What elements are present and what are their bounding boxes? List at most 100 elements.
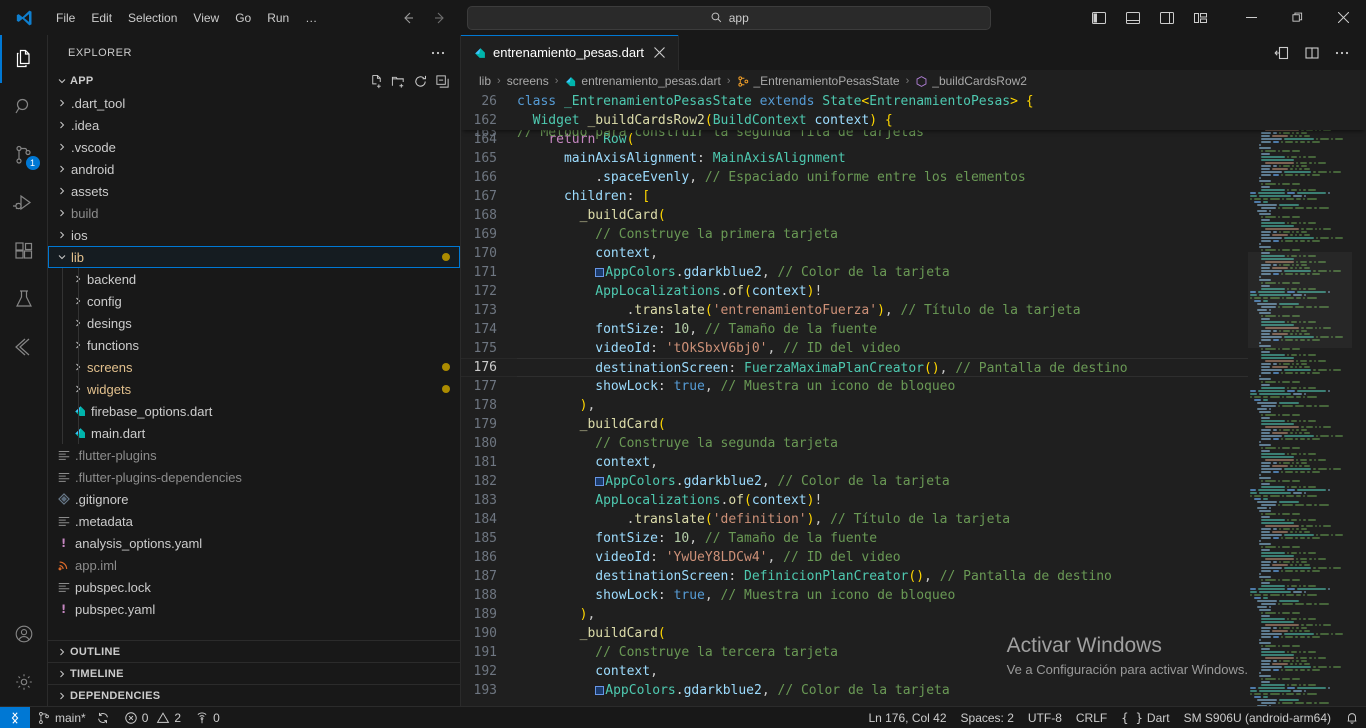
close-icon[interactable] [650,44,668,62]
code-line[interactable]: 184 .translate('definition'), // Título … [461,510,1366,529]
code-line[interactable]: 183 AppLocalizations.of(context)! [461,491,1366,510]
tree-item--metadata[interactable]: .metadata [48,510,460,532]
tab-entrenamiento-pesas[interactable]: entrenamiento_pesas.dart [461,35,680,70]
remote-window-indicator[interactable] [0,706,30,728]
tree-item-analysis-options-yaml[interactable]: ! analysis_options.yaml [48,532,460,554]
split-editor-right-icon[interactable] [1268,39,1296,67]
new-file-icon[interactable] [366,71,386,91]
activity-item-extensions[interactable] [0,227,48,275]
split-editor-icon[interactable] [1298,39,1326,67]
code-line[interactable]: 167 children: [ [461,187,1366,206]
code-line[interactable]: 185 fontSize: 10, // Tamaño de la fuente [461,529,1366,548]
arrow-left-icon[interactable] [399,9,417,27]
activity-item-source-control[interactable]: 1 [0,131,48,179]
restore-icon[interactable] [1274,0,1320,35]
sticky-scroll[interactable]: 26 class _EntrenamientoPesasState extend… [461,92,1366,130]
tree-item-ios[interactable]: ios [48,224,460,246]
tree-item--flutter-plugins-dependencies[interactable]: .flutter-plugins-dependencies [48,466,460,488]
code-line[interactable]: 189 ), [461,605,1366,624]
code-line[interactable]: 177 showLock: true, // Muestra un icono … [461,377,1366,396]
breadcrumb-item[interactable]: _EntrenamientoPesasState [737,74,900,88]
ellipsis-icon[interactable] [424,45,452,61]
breadcrumb-item[interactable]: entrenamiento_pesas.dart [564,74,721,88]
code-line[interactable]: 179 _buildCard( [461,415,1366,434]
activity-item-search[interactable] [0,83,48,131]
status-encoding[interactable]: UTF-8 [1021,707,1069,728]
tree-item-backend[interactable]: backend [48,268,460,290]
chevron-right-icon[interactable] [54,202,70,224]
code-line[interactable]: 171 AppColors.gdarkblue2, // Color de la… [461,263,1366,282]
status-git-branch[interactable]: main* [30,707,117,728]
minimap-slider[interactable] [1248,252,1352,348]
code-editor[interactable]: 26 class _EntrenamientoPesasState extend… [461,92,1366,706]
tree-item-lib[interactable]: lib [48,246,460,268]
tree-item-build[interactable]: build [48,202,460,224]
code-line[interactable]: 190 _buildCard( [461,624,1366,643]
tree-item--idea[interactable]: .idea [48,114,460,136]
tree-item--flutter-plugins[interactable]: .flutter-plugins [48,444,460,466]
menu-file[interactable]: File [48,7,83,29]
customize-layout-icon[interactable] [1184,2,1218,34]
code-line[interactable]: 188 showLock: true, // Muestra un icono … [461,586,1366,605]
chevron-right-icon[interactable] [54,114,70,136]
status-indentation[interactable]: Spaces: 2 [954,707,1021,728]
tree-item-desings[interactable]: desings [48,312,460,334]
menu-view[interactable]: View [185,7,227,29]
sync-icon[interactable] [96,711,110,725]
tree-item-widgets[interactable]: widgets [48,378,460,400]
code-line[interactable]: 172 AppLocalizations.of(context)! [461,282,1366,301]
chevron-right-icon[interactable] [54,158,70,180]
menu-go[interactable]: Go [227,7,259,29]
status-problems[interactable]: 0 2 [117,707,188,728]
minimap[interactable] [1248,92,1352,706]
code-lines[interactable]: 164 return Row(165 mainAxisAlignment: Ma… [461,130,1366,706]
toggle-secondary-sidebar-icon[interactable] [1150,2,1184,34]
workspace-folder-header[interactable]: APP [48,70,460,92]
code-line[interactable]: 178 ), [461,396,1366,415]
tree-item--gitignore[interactable]: .gitignore [48,488,460,510]
breadcrumb-item[interactable]: screens [507,74,549,88]
activity-item-settings[interactable] [0,658,48,706]
status-cursor-position[interactable]: Ln 176, Col 42 [861,707,953,728]
tree-item-main-dart[interactable]: main.dart [48,422,460,444]
chevron-right-icon[interactable] [54,180,70,202]
breadcrumb-item[interactable]: _buildCardsRow2 [915,74,1027,88]
chevron-down-icon[interactable] [54,246,70,268]
chevron-right-icon[interactable] [54,136,70,158]
panel-outline[interactable]: OUTLINE [48,640,460,662]
tree-item-screens[interactable]: screens [48,356,460,378]
code-line[interactable]: 165 mainAxisAlignment: MainAxisAlignment [461,149,1366,168]
tree-item-config[interactable]: config [48,290,460,312]
status-eol[interactable]: CRLF [1069,707,1114,728]
code-line[interactable]: 174 fontSize: 10, // Tamaño de la fuente [461,320,1366,339]
code-line[interactable]: 166 .spaceEvenly, // Espaciado uniforme … [461,168,1366,187]
code-line[interactable]: 173 .translate('entrenamientoFuerza'), /… [461,301,1366,320]
breadcrumb-item[interactable]: lib [479,74,491,88]
activity-item-run-and-debug[interactable] [0,179,48,227]
code-line[interactable]: 168 _buildCard( [461,206,1366,225]
code-line[interactable]: 186 videoId: 'YwUeY8LDCw4', // ID del vi… [461,548,1366,567]
toggle-panel-icon[interactable] [1116,2,1150,34]
code-line[interactable]: 170 context, [461,244,1366,263]
code-line[interactable]: 193 AppColors.gdarkblue2, // Color de la… [461,681,1366,700]
tree-item-functions[interactable]: functions [48,334,460,356]
tree-item-pubspec-yaml[interactable]: ! pubspec.yaml [48,598,460,620]
tree-item-assets[interactable]: assets [48,180,460,202]
status-language-mode[interactable]: { } Dart [1114,707,1176,728]
tree-item-app-iml[interactable]: app.iml [48,554,460,576]
tree-item--dart-tool[interactable]: .dart_tool [48,92,460,114]
menu-more[interactable]: … [297,7,325,29]
editor-vertical-scrollbar[interactable] [1352,92,1366,706]
file-tree[interactable]: .dart_tool .idea .vscode android assets build… [48,92,460,640]
activity-item-explorer[interactable] [0,35,48,83]
menu-edit[interactable]: Edit [83,7,120,29]
status-ports[interactable]: 0 [188,707,227,728]
code-line[interactable]: 182 AppColors.gdarkblue2, // Color de la… [461,472,1366,491]
tree-item-firebase-options-dart[interactable]: firebase_options.dart [48,400,460,422]
activity-item-accounts[interactable] [0,610,48,658]
close-icon[interactable] [1320,0,1366,35]
chevron-right-icon[interactable] [54,224,70,246]
breadcrumb[interactable]: lib › screens › entrenamiento_pesas.dart › _En… [461,70,1366,92]
code-line[interactable]: 191 // Construye la tercera tarjeta [461,643,1366,662]
menu-selection[interactable]: Selection [120,7,185,29]
